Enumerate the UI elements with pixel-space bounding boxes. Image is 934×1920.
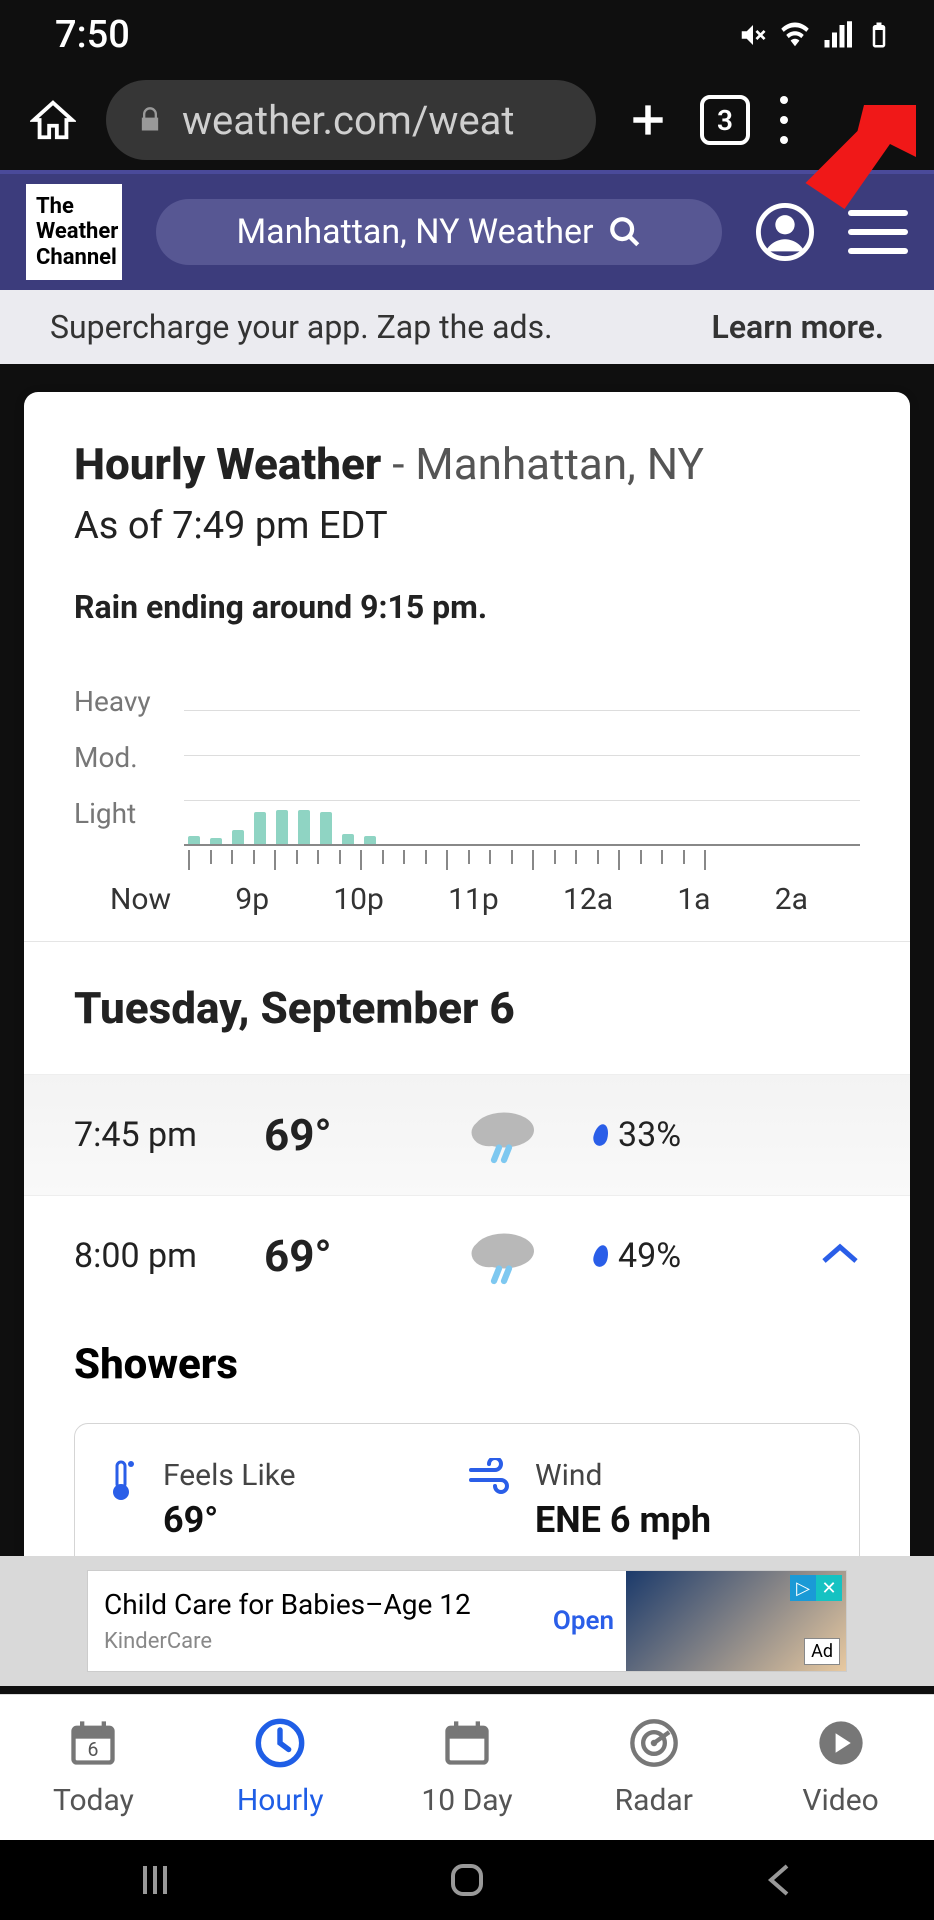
feels-like-label: Feels Like <box>163 1458 296 1493</box>
chevron-up-icon[interactable] <box>820 1236 860 1276</box>
svg-text:6: 6 <box>88 1738 99 1761</box>
tab-10day[interactable]: 10 Day <box>374 1695 561 1840</box>
hour-time: 7:45 pm <box>74 1115 264 1155</box>
ad-cta[interactable]: Open <box>553 1606 614 1636</box>
weather-channel-logo[interactable]: TheWeatherChannel <box>26 184 122 280</box>
wifi-icon <box>780 20 810 50</box>
url-bar[interactable]: weather.com/weat <box>106 80 596 160</box>
battery-icon <box>864 20 894 50</box>
bottom-tab-bar: 6 Today Hourly 10 Day Radar Video <box>0 1694 934 1840</box>
browser-menu-icon[interactable] <box>780 96 788 144</box>
android-status-bar: 7:50 <box>0 0 934 70</box>
tab-hourly[interactable]: Hourly <box>187 1695 374 1840</box>
chart-y-label: Heavy <box>74 674 184 730</box>
signal-icon <box>822 20 852 50</box>
rain-icon <box>414 1103 594 1167</box>
hamburger-menu-icon[interactable] <box>848 210 908 254</box>
lock-icon <box>136 106 164 134</box>
as-of-text: As of 7:49 pm EDT <box>74 504 860 548</box>
hour-temp: 69° <box>264 1230 414 1282</box>
hourly-card: Hourly Weather - Manhattan, NY As of 7:4… <box>24 392 910 1576</box>
url-text: weather.com/weat <box>182 97 515 144</box>
chart-x-label: 1a <box>677 882 710 917</box>
status-time: 7:50 <box>55 13 130 57</box>
android-nav-bar <box>0 1840 934 1920</box>
hour-precip: 33% <box>594 1115 754 1155</box>
ad-badge: Ad <box>804 1638 840 1665</box>
chart-x-label: 11p <box>448 882 499 917</box>
ad-container: Child Care for Babies–Age 12 KinderCare … <box>0 1556 934 1686</box>
chart-y-label: Light <box>74 786 184 842</box>
hour-time: 8:00 pm <box>74 1236 264 1276</box>
back-nav-icon[interactable] <box>759 1860 799 1900</box>
tab-today[interactable]: 6 Today <box>0 1695 187 1840</box>
raindrop-icon <box>591 1244 610 1269</box>
new-tab-icon[interactable] <box>626 98 670 142</box>
chart-y-label: Mod. <box>74 730 184 786</box>
wind-value: ENE 6 mph <box>535 1499 711 1541</box>
tab-video[interactable]: Video <box>747 1695 934 1840</box>
user-account-icon[interactable] <box>756 203 814 261</box>
home-icon[interactable] <box>30 97 76 143</box>
tabs-button[interactable]: 3 <box>700 95 750 145</box>
ad-headline: Child Care for Babies–Age 12 <box>104 1588 537 1621</box>
precip-chart: Heavy Mod. Light Now 9p 10p 11p 12a 1a 2 <box>24 654 910 941</box>
condition-name: Showers <box>24 1316 910 1413</box>
promo-banner[interactable]: Supercharge your app. Zap the ads. Learn… <box>0 290 934 364</box>
status-icons <box>738 20 894 50</box>
hourly-row[interactable]: 7:45 pm 69° 33% <box>24 1074 910 1196</box>
mute-icon <box>738 20 768 50</box>
hour-precip: 49% <box>594 1236 754 1276</box>
promo-cta: Learn more. <box>712 308 884 346</box>
feels-like-value: 69° <box>163 1499 296 1541</box>
browser-toolbar: weather.com/weat 3 <box>0 70 934 170</box>
ad-banner[interactable]: Child Care for Babies–Age 12 KinderCare … <box>87 1570 847 1672</box>
hour-details: Feels Like 69° Wind ENE 6 mph <box>74 1423 860 1576</box>
date-header: Tuesday, September 6 <box>24 941 910 1074</box>
tab-radar[interactable]: Radar <box>560 1695 747 1840</box>
chart-x-label: Now <box>110 882 171 917</box>
search-location-label: Manhattan, NY Weather <box>236 212 593 252</box>
location-search[interactable]: Manhattan, NY Weather <box>156 199 722 265</box>
chart-x-label: 2a <box>775 882 808 917</box>
rain-icon <box>414 1224 594 1288</box>
search-icon <box>608 215 642 249</box>
ad-close-icon[interactable]: ▷✕ <box>790 1575 842 1601</box>
chart-x-label: 10p <box>333 882 384 917</box>
chart-x-label: 9p <box>235 882 269 917</box>
chart-x-label: 12a <box>563 882 613 917</box>
recents-icon[interactable] <box>135 1860 175 1900</box>
rain-ending-note: Rain ending around 9:15 pm. <box>74 588 860 626</box>
home-nav-icon[interactable] <box>445 1858 489 1902</box>
ad-image: ▷✕ Ad <box>626 1571 846 1671</box>
wind-label: Wind <box>535 1458 711 1493</box>
wind-icon <box>467 1458 511 1494</box>
page-title: Hourly Weather - Manhattan, NY <box>74 438 860 490</box>
hour-temp: 69° <box>264 1109 414 1161</box>
raindrop-icon <box>591 1123 610 1148</box>
site-header: TheWeatherChannel Manhattan, NY Weather <box>0 170 934 290</box>
ad-brand: KinderCare <box>104 1629 537 1654</box>
promo-text: Supercharge your app. Zap the ads. <box>50 308 553 346</box>
thermometer-icon <box>105 1458 139 1502</box>
hourly-row[interactable]: 8:00 pm 69° 49% <box>24 1196 910 1316</box>
